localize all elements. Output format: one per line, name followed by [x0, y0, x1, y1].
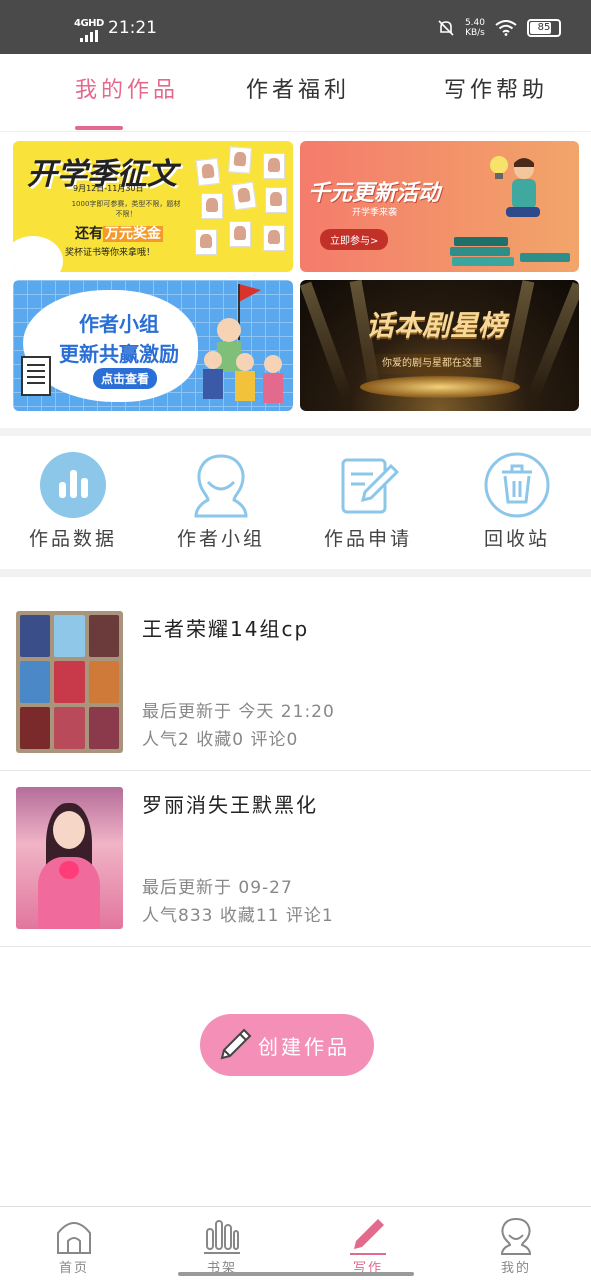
banner-desc: 1000字即可参赛，类型不限，题材不限！ [71, 200, 181, 218]
banner-subtitle: 更新共赢激励 [59, 342, 179, 366]
banner-date: 9月12日-11月30日 [73, 184, 144, 193]
recycle-bin-action[interactable]: 回收站 [457, 450, 577, 560]
tab-my-works[interactable]: 我的作品 [75, 72, 179, 104]
works-apply-action[interactable]: 作品申请 [308, 450, 428, 560]
mute-bell-icon [438, 20, 454, 36]
work-stats: 人气833 收藏11 评论1 [142, 906, 334, 926]
view-button[interactable]: 点击查看 [93, 368, 158, 389]
action-label: 作者小组 [176, 528, 265, 550]
top-tabs: 我的作品 作者福利 写作帮助 [0, 54, 591, 132]
banner-title: 话本剧星榜 [366, 309, 507, 342]
photo-collage [189, 146, 289, 267]
nav-profile[interactable]: 我的 [456, 1213, 576, 1279]
action-label: 回收站 [483, 528, 550, 550]
work-cover [16, 787, 123, 929]
action-label: 作品数据 [28, 528, 117, 550]
bottom-nav: 首页 书架 写作 我的 [0, 1206, 591, 1280]
network-speed: 5.40 KB/s [464, 18, 485, 38]
update-event-banner[interactable]: 千元更新活动 开学季来袭 立即参与> [300, 141, 579, 272]
works-data-action[interactable]: 作品数据 [13, 450, 133, 560]
work-cover [16, 611, 123, 753]
clock: 21:21 [108, 18, 157, 38]
banner-prize: 还有 万元奖金 [75, 226, 163, 242]
section-divider [0, 569, 591, 577]
home-icon [57, 1222, 91, 1254]
profile-icon [500, 1217, 532, 1255]
tab-author-benefits[interactable]: 作者福利 [246, 72, 350, 104]
work-title: 王者荣耀14组cp [142, 617, 310, 641]
section-divider [0, 428, 591, 436]
work-title: 罗丽消失王默黑化 [142, 793, 318, 817]
tab-writing-help[interactable]: 写作帮助 [444, 72, 548, 104]
work-updated: 最后更新于 今天 21:20 [142, 702, 335, 722]
nav-home[interactable]: 首页 [14, 1213, 134, 1279]
author-group-action[interactable]: 作者小组 [161, 450, 281, 560]
signal-icon [80, 30, 98, 42]
battery-icon: 85 [527, 19, 561, 37]
edit-document-icon [341, 458, 400, 514]
active-tab-indicator [75, 126, 123, 130]
work-updated: 最后更新于 09-27 [142, 878, 293, 898]
wifi-icon [495, 20, 517, 36]
group-person-icon [194, 454, 248, 518]
script-star-chart-banner[interactable]: 话本剧星榜 你爱的剧与星都在这里 [300, 280, 579, 411]
banner-subtitle: 你爱的剧与星都在这里 [362, 354, 502, 374]
banner-subtitle: 开学季来袭 [352, 208, 398, 218]
trash-icon [484, 452, 550, 518]
lightbulb-icon [490, 156, 508, 179]
pen-icon [350, 1219, 386, 1255]
essay-contest-banner[interactable]: 开学季征文 9月12日-11月30日 1000字即可参赛，类型不限，题材不限！ … [13, 141, 293, 272]
work-stats: 人气2 收藏0 评论0 [142, 730, 299, 750]
nav-writing[interactable]: 写作 [308, 1213, 428, 1279]
author-group-banner[interactable]: 作者小组 更新共赢激励 点击查看 [13, 280, 293, 411]
create-work-button[interactable]: 创建作品 [200, 1014, 374, 1076]
banner-title: 千元更新活动 [308, 181, 441, 206]
nav-bookshelf[interactable]: 书架 [162, 1213, 282, 1279]
bar-chart-icon [40, 452, 106, 518]
work-item[interactable]: 罗丽消失王默黑化 最后更新于 09-27 人气833 收藏11 评论1 [0, 771, 591, 947]
banner-cert: 奖杯证书等你来拿哦！ [65, 248, 156, 258]
nav-label: 首页 [58, 1261, 89, 1276]
status-bar: 4GHD 21:21 5.40 KB/s 85 [0, 0, 591, 54]
network-type: 4GHD [74, 18, 104, 29]
action-label: 作品申请 [323, 528, 412, 550]
nav-label: 我的 [500, 1261, 531, 1276]
banner-title: 作者小组 [79, 312, 159, 336]
stage-illustration [360, 376, 520, 398]
kids-illustration [203, 284, 283, 403]
join-now-button[interactable]: 立即参与> [320, 229, 389, 250]
home-indicator[interactable] [178, 1272, 414, 1276]
work-item[interactable]: 王者荣耀14组cp 最后更新于 今天 21:20 人气2 收藏0 评论0 [0, 595, 591, 771]
bookshelf-icon [204, 1220, 240, 1254]
pencil-icon [220, 1028, 252, 1060]
document-illustration [21, 356, 51, 396]
create-work-label: 创建作品 [258, 1035, 350, 1059]
